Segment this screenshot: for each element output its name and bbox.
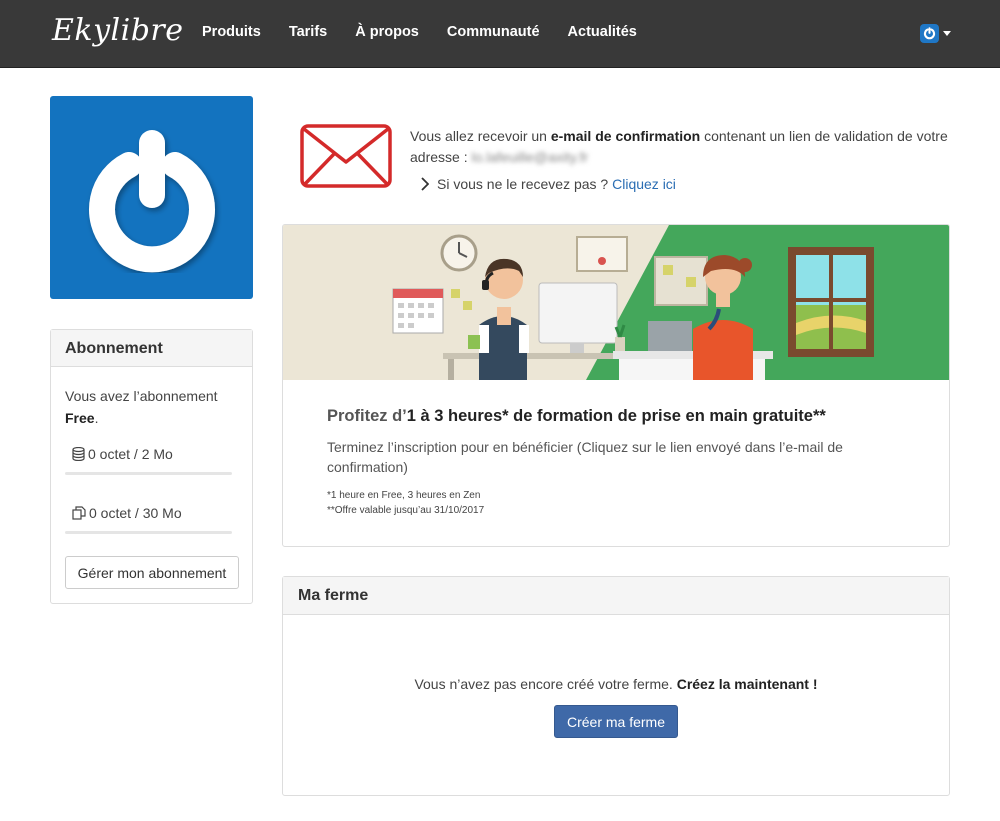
subscription-plan-suffix: .: [94, 410, 99, 426]
resend-text: Si vous ne le recevez pas ?: [437, 176, 609, 192]
farm-text: Vous n’avez pas encore créé votre ferme.: [414, 676, 673, 692]
promo-description: Terminez l’inscription pour en bénéficie…: [327, 439, 843, 475]
promo-title-bold: 1 à 3 heures* de formation de prise en m…: [406, 407, 826, 425]
create-farm-button[interactable]: Créer ma ferme: [554, 705, 678, 738]
resend-row: Si vous ne le recevez pas ? Cliquez ici: [420, 176, 676, 192]
farm-empty-message: Vous n’avez pas encore créé votre ferme.…: [283, 676, 949, 692]
email-address: lo.lafeuille@axity.fr: [471, 149, 589, 165]
farm-panel: Ma ferme Vous n’avez pas encore créé vot…: [282, 576, 950, 796]
storage-progress-bar: [65, 472, 232, 475]
nav-actualites[interactable]: Actualités: [568, 24, 637, 40]
farm-title: Ma ferme: [283, 577, 949, 615]
farm-text-bold: Créez la maintenant !: [676, 676, 818, 692]
nav-produits[interactable]: Produits: [202, 24, 261, 40]
top-navbar: Ekylibre Produits Tarifs À propos Commun…: [0, 0, 1000, 68]
storage-quota-label: 0 octet / 2 Mo: [88, 446, 173, 462]
manage-subscription-button[interactable]: Gérer mon abonnement: [65, 556, 239, 589]
training-promo-panel: Profitez d’1 à 3 heures* de formation de…: [282, 224, 950, 547]
power-icon: [920, 24, 939, 43]
documents-quota-label: 0 octet / 30 Mo: [89, 505, 182, 521]
nav-a-propos[interactable]: À propos: [355, 24, 419, 40]
resend-link[interactable]: Cliquez ici: [612, 176, 676, 192]
email-text-before: Vous allez recevoir un: [410, 128, 547, 144]
promo-title-prefix: Profitez d’: [327, 407, 407, 425]
nav-communaute[interactable]: Communauté: [447, 24, 540, 40]
promo-note-2: **Offre valable jusqu’au 31/10/2017: [327, 505, 485, 516]
training-illustration: [283, 225, 949, 380]
envelope-icon: [300, 124, 392, 188]
storage-quota: 0 octet / 2 Mo: [72, 446, 173, 462]
subscription-panel: Abonnement Vous avez l’abonnement Free. …: [50, 329, 253, 604]
promo-note-1: *1 heure en Free, 3 heures en Zen: [327, 490, 481, 501]
email-confirmation-text: Vous allez recevoir un e-mail de confirm…: [410, 126, 955, 168]
email-notice: [300, 124, 392, 193]
subscription-title: Abonnement: [51, 330, 252, 367]
email-text-bold: e-mail de confirmation: [550, 128, 701, 144]
documents-icon: [72, 506, 86, 520]
brand-logo[interactable]: Ekylibre: [52, 13, 184, 48]
documents-quota: 0 octet / 30 Mo: [72, 505, 182, 521]
chevron-down-icon: [943, 31, 951, 36]
database-icon: [72, 447, 85, 461]
subscription-text: Vous avez l’abonnement: [65, 388, 218, 404]
power-logo-icon: [88, 129, 215, 272]
subscription-description: Vous avez l’abonnement Free.: [65, 385, 240, 429]
user-menu-toggle[interactable]: [920, 24, 951, 43]
chevron-right-icon: [421, 177, 429, 191]
main-nav: Produits Tarifs À propos Communauté Actu…: [202, 24, 665, 40]
documents-progress-bar: [65, 531, 232, 534]
nav-tarifs[interactable]: Tarifs: [289, 24, 327, 40]
subscription-plan: Free: [65, 410, 95, 426]
promo-title: Profitez d’1 à 3 heures* de formation de…: [327, 407, 826, 426]
farm-avatar: [50, 96, 253, 299]
